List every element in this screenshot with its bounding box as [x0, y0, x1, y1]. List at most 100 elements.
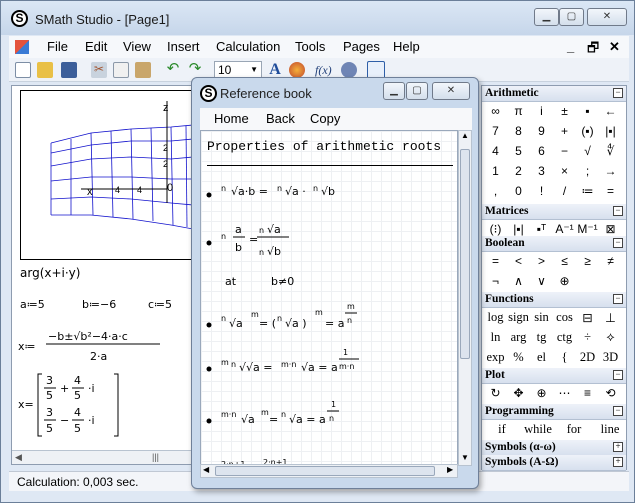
panel-button[interactable]: = — [599, 184, 622, 198]
panel-button[interactable]: ÷ — [576, 330, 599, 345]
new-icon[interactable] — [15, 62, 31, 78]
copy-icon[interactable] — [113, 62, 129, 78]
menu-file[interactable]: File — [47, 39, 68, 54]
panel-button[interactable]: × — [553, 164, 576, 178]
panel-button[interactable]: ▪ᵀ — [530, 222, 553, 236]
scroll-up-icon[interactable]: ▲ — [461, 131, 469, 140]
expand-icon[interactable]: + — [613, 442, 623, 452]
ref-close-button[interactable]: ✕ — [432, 82, 470, 100]
panel-button[interactable]: 0 — [507, 184, 530, 198]
panel-button[interactable]: 6 — [530, 144, 553, 158]
settings-icon[interactable] — [341, 62, 357, 78]
panel-button[interactable]: 7 — [484, 124, 507, 138]
panel-button[interactable]: ⟲ — [599, 386, 622, 400]
menu-pages[interactable]: Pages — [343, 39, 380, 54]
panel-button[interactable]: ↻ — [484, 386, 507, 400]
panel-button[interactable]: (⁝) — [484, 222, 507, 236]
panel-button[interactable]: − — [553, 144, 576, 158]
ref-vertical-scrollbar[interactable]: ▲ ▼ — [458, 130, 472, 466]
maximize-button[interactable]: ▢ — [559, 8, 584, 26]
open-icon[interactable] — [37, 62, 53, 78]
panel-button[interactable]: 8 — [507, 124, 530, 138]
scroll-left-icon[interactable]: ◀ — [203, 465, 209, 474]
expand-icon[interactable]: + — [613, 457, 623, 467]
panel-button[interactable]: ≥ — [576, 254, 599, 268]
worksheet[interactable]: z x 2 4 4 2 0 arg(x+i·y) a≔5 b≔−6 c≔5 x≔… — [11, 85, 201, 465]
panel-button[interactable]: ⊕ — [553, 274, 576, 288]
panel-button[interactable]: π — [507, 104, 530, 118]
panel-button[interactable]: line — [592, 422, 628, 437]
panel-button[interactable]: exp — [484, 350, 507, 365]
panel-button[interactable]: ⊥ — [599, 310, 622, 326]
panel-symbols-upper-header[interactable]: Symbols (Α-Ω) + — [482, 455, 626, 471]
panel-button[interactable]: 2D — [576, 350, 599, 365]
panel-button[interactable]: + — [553, 124, 576, 138]
panel-button[interactable]: A⁻¹ — [553, 222, 576, 236]
panel-button[interactable]: → — [599, 164, 622, 178]
arg-expression[interactable]: arg(x+i·y) — [20, 266, 80, 280]
ref-menu-back[interactable]: Back — [266, 111, 295, 126]
panel-boolean-header[interactable]: Boolean − — [482, 236, 626, 252]
plot-3d[interactable]: z x 2 4 4 2 0 — [20, 90, 192, 260]
panel-button[interactable]: 3D — [599, 350, 622, 365]
assign-b[interactable]: b≔−6 — [82, 298, 116, 311]
panel-button[interactable]: 2 — [507, 164, 530, 178]
ref-minimize-button[interactable]: ▁ — [383, 82, 405, 100]
doc-close-button[interactable]: ✕ — [609, 39, 620, 55]
panel-button[interactable]: 9 — [530, 124, 553, 138]
panel-button[interactable]: |▪| — [599, 124, 622, 138]
collapse-icon[interactable]: − — [613, 406, 623, 416]
panel-button[interactable]: < — [507, 254, 530, 268]
panel-button[interactable]: 5 — [507, 144, 530, 158]
panel-button[interactable]: / — [553, 184, 576, 198]
complex-result[interactable]: x= 3 5 + 4 5 ·i 3 5 − 4 5 ·i — [18, 370, 198, 440]
panel-button[interactable]: while — [520, 422, 556, 437]
minimize-button[interactable]: ▁ — [534, 8, 559, 26]
panel-button[interactable]: ≠ — [599, 254, 622, 268]
panel-button[interactable]: ! — [530, 184, 553, 198]
panel-button[interactable]: ∜ — [599, 144, 622, 158]
panel-functions-header[interactable]: Functions − — [482, 292, 626, 308]
ref-horizontal-scrollbar[interactable]: ◀ ▶ — [200, 464, 458, 478]
panel-button[interactable]: 1 — [484, 164, 507, 178]
panel-button[interactable]: |▪| — [507, 222, 530, 236]
panel-button[interactable]: ; — [576, 164, 599, 178]
panel-symbols-lower-header[interactable]: Symbols (α-ω) + — [482, 440, 626, 456]
quadratic-formula[interactable]: x≔ −b±√b²−4·a·c 2·a — [18, 322, 198, 366]
panel-button[interactable]: ln — [484, 330, 507, 345]
menu-tools[interactable]: Tools — [295, 39, 325, 54]
panel-button[interactable]: el — [530, 350, 553, 365]
panel-button[interactable]: 4 — [484, 144, 507, 158]
scroll-left-icon[interactable]: ◀ — [15, 452, 22, 463]
panel-button[interactable]: ∧ — [507, 274, 530, 288]
panel-button[interactable]: = — [484, 254, 507, 268]
collapse-icon[interactable]: − — [613, 294, 623, 304]
assign-a[interactable]: a≔5 — [20, 298, 45, 311]
panel-button[interactable]: ∞ — [484, 104, 507, 118]
panel-button[interactable]: ≤ — [553, 254, 576, 268]
panel-button[interactable]: log — [484, 310, 507, 325]
ref-maximize-button[interactable]: ▢ — [406, 82, 428, 100]
panel-button[interactable]: i — [530, 104, 553, 118]
panel-button[interactable]: 3 — [530, 164, 553, 178]
scroll-thumb-icon[interactable] — [460, 149, 470, 359]
panel-button[interactable]: { — [553, 350, 576, 365]
panel-button[interactable]: √ — [576, 144, 599, 158]
menu-calculation[interactable]: Calculation — [216, 39, 280, 54]
panel-button[interactable]: , — [484, 184, 507, 198]
panel-button[interactable]: tg — [530, 330, 553, 345]
panel-button[interactable]: > — [530, 254, 553, 268]
menu-edit[interactable]: Edit — [85, 39, 107, 54]
panel-programming-header[interactable]: Programming − — [482, 404, 626, 420]
scroll-thumb-icon[interactable]: ||| — [152, 452, 159, 462]
collapse-icon[interactable]: − — [613, 206, 623, 216]
scroll-right-icon[interactable]: ▶ — [447, 465, 453, 474]
assign-c[interactable]: c≔5 — [148, 298, 172, 311]
panel-button[interactable]: arg — [507, 330, 530, 345]
ref-menu-copy[interactable]: Copy — [310, 111, 340, 126]
panel-button[interactable]: ± — [553, 104, 576, 118]
save-icon[interactable] — [61, 62, 77, 78]
cut-icon[interactable]: ✂ — [91, 62, 107, 78]
panel-button[interactable]: sin — [530, 310, 553, 325]
close-button[interactable]: ✕ — [587, 8, 627, 26]
